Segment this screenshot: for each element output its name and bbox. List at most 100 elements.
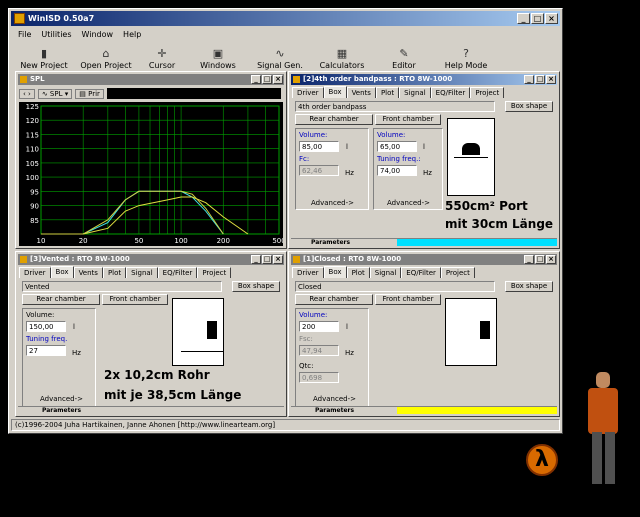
tab-signal[interactable]: Signal: [126, 267, 158, 278]
spl-mode-select[interactable]: ∿ SPL ▾: [37, 88, 73, 99]
close-button[interactable]: ×: [545, 13, 558, 24]
vented-front-chamber-button[interactable]: Front chamber: [102, 294, 168, 305]
vented-annotation-line-2: mit je 38,5cm Länge: [104, 388, 242, 402]
signal-gen-label: Signal Gen.: [257, 61, 303, 70]
bandpass-rear-advanced-link[interactable]: Advanced->: [311, 199, 354, 207]
closed-fsc-value: 47,94: [299, 345, 339, 356]
vented-parameters-label: Parameters: [42, 407, 82, 414]
tab-plot[interactable]: Plot: [346, 267, 370, 278]
calculators-label: Calculators: [319, 61, 365, 70]
bandpass-rear-chamber-button[interactable]: Rear chamber: [295, 114, 373, 125]
closed-rear-chamber-button[interactable]: Rear chamber: [295, 294, 373, 305]
bandpass-fc-value: 62,46: [299, 165, 339, 176]
spl-close-button[interactable]: ×: [273, 75, 283, 84]
figure-head: [596, 372, 610, 388]
bandpass-title-bar[interactable]: [2]4th order bandpass : RTO 8W-1000 _ □ …: [291, 74, 557, 85]
closed-maximize-button[interactable]: □: [535, 255, 545, 264]
tab-project[interactable]: Project: [470, 87, 505, 98]
closed-box-shape-button[interactable]: Box shape: [505, 281, 553, 292]
chart-y-tick-label: 120: [26, 117, 39, 125]
vented-advanced-link[interactable]: Advanced->: [40, 395, 83, 403]
tab-eq-filter[interactable]: EQ/Filter: [157, 267, 198, 278]
tab-driver[interactable]: Driver: [19, 267, 51, 278]
closed-fsc-label: Fsc:: [299, 335, 313, 343]
spl-maximize-button[interactable]: □: [262, 75, 272, 84]
vented-volume-input[interactable]: 150,00: [26, 321, 66, 332]
spl-print-button[interactable]: ▤ Prir: [75, 88, 104, 99]
spl-chart[interactable]: 125 120 115 110 105 100 95 90 85 10 20 50 100 200 500: [19, 102, 283, 246]
bandpass-box-name: 4th order bandpass: [295, 101, 495, 112]
bandpass-front-advanced-link[interactable]: Advanced->: [387, 199, 430, 207]
spl-status-display: [106, 88, 281, 99]
tab-box[interactable]: Box: [323, 86, 347, 98]
chart-x-tick-label: 50: [134, 237, 143, 245]
minimize-button[interactable]: _: [517, 13, 530, 24]
menu-utilities[interactable]: Utilities: [36, 28, 76, 42]
app-status-bar: (c)1996-2004 Juha Hartikainen, Janne Aho…: [11, 419, 560, 431]
app-title-bar[interactable]: WinISD 0.50a7 _ □ ×: [11, 11, 560, 26]
closed-title-bar[interactable]: [1]Closed : RTO 8W-1000 _ □ ×: [291, 254, 557, 265]
bandpass-front-volume-label: Volume:: [377, 131, 406, 139]
bandpass-rear-volume-input[interactable]: 85,00: [299, 141, 339, 152]
tab-vents[interactable]: Vents: [73, 267, 103, 278]
closed-advanced-link[interactable]: Advanced->: [313, 395, 356, 403]
tab-signal[interactable]: Signal: [369, 267, 402, 278]
vented-tuning-label: Tuning freq.: [26, 335, 68, 343]
bandpass-maximize-button[interactable]: □: [535, 75, 545, 84]
bandpass-minimize-button[interactable]: _: [524, 75, 534, 84]
windows-icon: ▣: [212, 47, 224, 60]
tab-driver[interactable]: Driver: [292, 267, 324, 278]
tab-eq-filter[interactable]: EQ/Filter: [430, 87, 471, 98]
tab-box[interactable]: Box: [323, 266, 347, 278]
bandpass-front-chamber-button[interactable]: Front chamber: [375, 114, 441, 125]
tab-vents[interactable]: Vents: [346, 87, 376, 98]
vented-box-shape-button[interactable]: Box shape: [232, 281, 280, 292]
vented-minimize-button[interactable]: _: [251, 255, 261, 264]
vented-maximize-button[interactable]: □: [262, 255, 272, 264]
tab-signal[interactable]: Signal: [399, 87, 431, 98]
menu-file[interactable]: File: [13, 28, 36, 42]
bandpass-tuning-input[interactable]: 74,00: [377, 165, 417, 176]
figure-left-leg: [592, 432, 602, 484]
bandpass-close-button[interactable]: ×: [546, 75, 556, 84]
maximize-button[interactable]: □: [531, 13, 544, 24]
tab-box[interactable]: Box: [50, 266, 74, 278]
spl-nav-arrows[interactable]: ‹ ›: [19, 88, 35, 99]
cursor-label: Cursor: [148, 61, 176, 70]
tab-eq-filter[interactable]: EQ/Filter: [401, 267, 441, 278]
tab-driver[interactable]: Driver: [292, 87, 324, 98]
chart-background: [19, 102, 283, 246]
vented-volume-unit: l: [73, 323, 75, 331]
spl-title-bar[interactable]: SPL _ □ ×: [18, 74, 284, 85]
vented-title-bar[interactable]: [3]Vented : RTO 8W-1000 _ □ ×: [18, 254, 284, 265]
bandpass-fc-unit: Hz: [345, 169, 354, 177]
bandpass-title: [2]4th order bandpass : RTO 8W-1000: [303, 75, 453, 83]
closed-close-button[interactable]: ×: [546, 255, 556, 264]
tab-project[interactable]: Project: [440, 267, 475, 278]
chart-y-tick-label: 125: [26, 103, 39, 111]
chart-y-tick-label: 110: [26, 146, 39, 154]
vented-tuning-input[interactable]: 27: [26, 345, 66, 356]
bandpass-window-icon: [293, 76, 300, 83]
vented-rear-chamber-button[interactable]: Rear chamber: [22, 294, 100, 305]
closed-front-chamber-button[interactable]: Front chamber: [375, 294, 441, 305]
closed-volume-unit: l: [346, 323, 348, 331]
bandpass-front-volume-input[interactable]: 65,00: [377, 141, 417, 152]
menu-bar: File Utilities Window Help: [13, 28, 146, 42]
vented-volume-label: Volume:: [26, 311, 55, 319]
sine-wave-icon: ∿: [275, 47, 285, 60]
vented-window: [3]Vented : RTO 8W-1000 _ □ × Driver Box…: [15, 251, 287, 417]
tab-plot[interactable]: Plot: [375, 87, 400, 98]
spl-minimize-button[interactable]: _: [251, 75, 261, 84]
new-project-icon: ▮: [40, 47, 48, 60]
closed-volume-input[interactable]: 200: [299, 321, 339, 332]
closed-minimize-button[interactable]: _: [524, 255, 534, 264]
spl-print-label: Prir: [88, 89, 100, 98]
tab-plot[interactable]: Plot: [102, 267, 127, 278]
closed-title: [1]Closed : RTO 8W-1000: [303, 255, 402, 263]
bandpass-box-shape-button[interactable]: Box shape: [505, 101, 553, 112]
vented-close-button[interactable]: ×: [273, 255, 283, 264]
tab-project[interactable]: Project: [197, 267, 232, 278]
menu-help[interactable]: Help: [118, 28, 146, 42]
menu-window[interactable]: Window: [77, 28, 119, 42]
